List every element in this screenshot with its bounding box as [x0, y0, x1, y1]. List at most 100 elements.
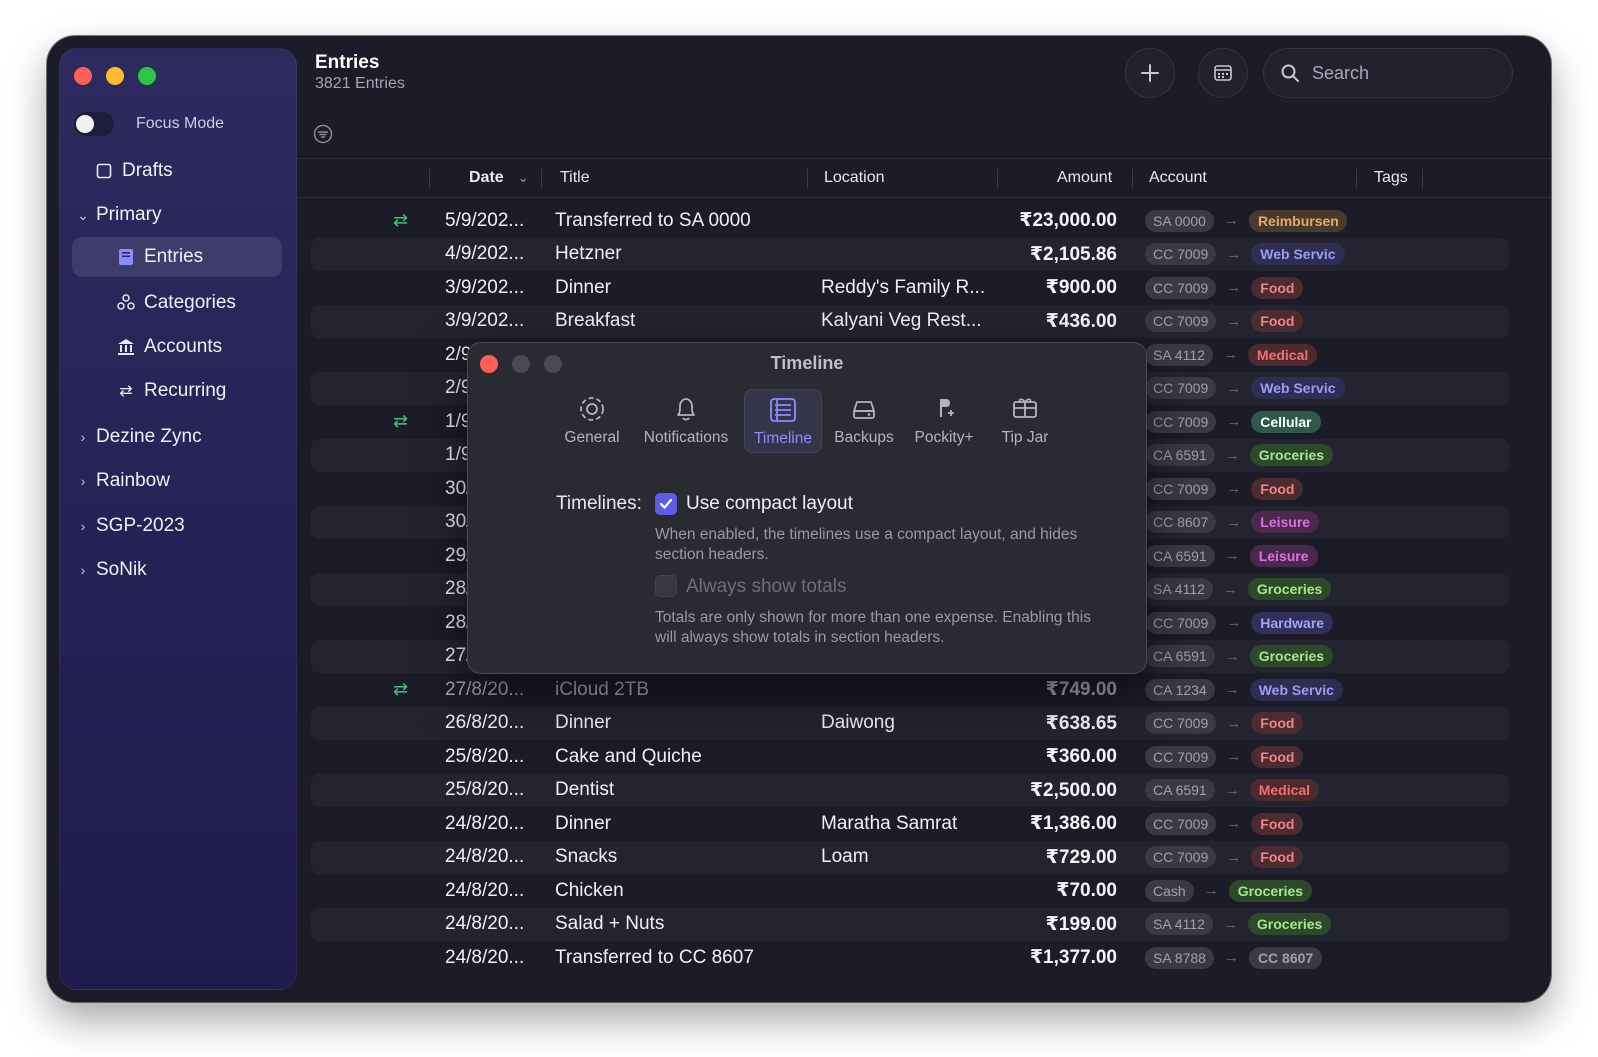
entry-date: 26/8/20...: [445, 712, 525, 734]
arrow-right-icon: →: [1226, 815, 1242, 833]
entry-date: 25/8/20...: [445, 779, 525, 801]
tag-badge: Medical: [1247, 343, 1318, 366]
table-row[interactable]: ⇄ 5/9/202... Transferred to SA 0000 ₹23,000…: [311, 204, 1509, 238]
close-window-button[interactable]: [74, 67, 92, 85]
column-amount[interactable]: Amount: [1057, 159, 1112, 197]
table-row[interactable]: 4/9/202... Hetzner ₹2,105.86 CC 7009 → Web Se…: [311, 237, 1509, 272]
table-row[interactable]: 24/8/20... Transferred to CC 8607 ₹1,377.0…: [311, 941, 1509, 975]
tag-badge: Food: [1251, 276, 1304, 299]
table-row[interactable]: 25/8/20... Cake and Quiche ₹360.00 CC 7009 →…: [311, 740, 1509, 774]
entry-account: CA 6591 → Leisure: [1145, 539, 1505, 573]
entry-amount: ₹70.00: [1056, 880, 1117, 902]
calendar-button[interactable]: [1198, 48, 1248, 98]
sidebar-item-categories[interactable]: Categories: [116, 283, 236, 323]
arrow-right-icon: →: [1226, 480, 1242, 498]
minimize-window-button[interactable]: [106, 67, 124, 85]
tag-badge: Leisure: [1249, 544, 1318, 567]
entry-location: [821, 673, 993, 707]
account-badge: CC 8607: [1145, 511, 1217, 534]
sidebar-group-label: Primary: [96, 204, 162, 225]
tab-backups[interactable]: Backups: [828, 389, 900, 453]
table-row[interactable]: 3/9/202... Breakfast Kalyani Veg Rest... ₹4…: [311, 304, 1509, 338]
filter-icon[interactable]: [313, 124, 333, 144]
column-label: Date: [469, 169, 504, 186]
table-row[interactable]: 24/8/20... Dinner Maratha Samrat ₹1,386.00 C…: [311, 807, 1509, 841]
entry-date: 27/8/20...: [445, 678, 525, 700]
tag-badge: Food: [1251, 712, 1304, 735]
search-field[interactable]: [1263, 48, 1513, 98]
table-row[interactable]: 24/8/20... Chicken ₹70.00 Cash → Groceries: [311, 874, 1509, 908]
entry-account: CC 7009 → Food: [1145, 841, 1505, 875]
table-row[interactable]: 24/8/20... Snacks Loam ₹729.00 CC 7009 → Food: [311, 840, 1509, 875]
entry-date: 24/8/20...: [445, 913, 525, 935]
sidebar-item-drafts[interactable]: Drafts: [94, 151, 173, 191]
entry-location: [821, 238, 993, 272]
drive-icon: [853, 401, 875, 419]
column-label: Account: [1149, 169, 1207, 186]
tab-pockity-plus[interactable]: Pockity+: [906, 389, 982, 453]
column-tags[interactable]: Tags: [1374, 159, 1408, 197]
chevron-right-icon: ›: [80, 473, 86, 489]
tab-tip-jar[interactable]: Tip Jar: [990, 389, 1060, 453]
table-row[interactable]: 24/8/20... Salad + Nuts ₹199.00 SA 4112 → Gro…: [311, 907, 1509, 941]
sidebar-item-label: Recurring: [144, 380, 227, 401]
compact-layout-checkbox[interactable]: [655, 493, 677, 515]
sidebar-item-accounts[interactable]: Accounts: [116, 327, 222, 367]
arrow-right-icon: →: [1222, 580, 1238, 598]
sidebar-item-recurring[interactable]: ⇄ Recurring: [116, 371, 226, 411]
account-badge: CA 6591: [1145, 544, 1215, 567]
repeat-icon: ⇄: [393, 411, 409, 432]
search-input[interactable]: [1312, 62, 1492, 84]
entry-date: 24/8/20...: [445, 846, 525, 868]
entry-date: 25/8/20...: [445, 745, 525, 767]
settings-modal: Timeline General Notifications Timeline …: [467, 342, 1147, 674]
add-entry-button[interactable]: [1125, 48, 1175, 98]
sidebar-group-primary[interactable]: ⌄ Primary: [76, 195, 161, 235]
entry-account: CC 7009 → Food: [1145, 271, 1505, 305]
sidebar-group-label: SGP-2023: [96, 515, 185, 536]
arrow-right-icon: →: [1224, 547, 1240, 565]
account-badge: CC 7009: [1145, 745, 1217, 768]
sidebar-item-label: Entries: [144, 246, 204, 267]
sidebar-group-sonik[interactable]: › SoNik: [76, 550, 147, 590]
focus-mode-toggle[interactable]: [74, 112, 114, 136]
tab-label: Tip Jar: [1001, 429, 1049, 446]
account-badge: Cash: [1145, 879, 1194, 902]
column-account[interactable]: Account: [1149, 159, 1207, 197]
column-location[interactable]: Location: [824, 159, 885, 197]
account-badge: CC 7009: [1145, 846, 1217, 869]
timelines-label: Timelines:: [556, 493, 642, 514]
account-badge: SA 4112: [1145, 913, 1213, 936]
column-date[interactable]: Date ⌄: [469, 159, 529, 197]
tab-label: Notifications: [643, 429, 729, 446]
column-title[interactable]: Title: [560, 159, 590, 197]
entry-location: Loam: [821, 846, 869, 868]
table-row[interactable]: 26/8/20... Dinner Daiwong ₹638.65 CC 7009 → Fo…: [311, 706, 1509, 740]
sidebar-item-entries[interactable]: Entries: [72, 237, 282, 277]
zoom-window-button[interactable]: [138, 67, 156, 85]
entry-location: Maratha Samrat: [821, 812, 958, 834]
compact-layout-help: When enabled, the timelines use a compac…: [655, 526, 1078, 563]
search-icon: [1281, 64, 1299, 82]
sidebar-group-sgp-2023[interactable]: › SGP-2023: [76, 506, 185, 546]
always-show-totals-checkbox[interactable]: [655, 575, 677, 597]
repeat-icon: ⇄: [393, 679, 409, 700]
bell-icon: [677, 398, 695, 421]
always-show-totals-help: Totals are only shown for more than one …: [655, 609, 1091, 646]
tab-general[interactable]: General: [556, 389, 628, 453]
sidebar-group-rainbow[interactable]: › Rainbow: [76, 461, 170, 501]
checkbox-icon: [94, 161, 114, 181]
column-label: Title: [560, 169, 590, 186]
tab-notifications[interactable]: Notifications: [636, 389, 736, 453]
account-badge: CC 7009: [1145, 410, 1217, 433]
table-row[interactable]: 25/8/20... Dentist ₹2,500.00 CA 6591 → Medica…: [311, 773, 1509, 807]
entry-date: 24/8/20...: [445, 946, 525, 968]
entry-title: Transferred to CC 8607: [555, 946, 754, 968]
table-row[interactable]: ⇄ 27/8/20... iCloud 2TB ₹749.00 CA 1234 → Web …: [311, 673, 1509, 707]
table-row[interactable]: 3/9/202... Dinner Reddy's Family R... ₹900.…: [311, 271, 1509, 305]
focus-mode-row: Focus Mode: [74, 111, 224, 137]
compact-layout-label: Use compact layout: [686, 493, 853, 514]
sidebar-group-dezine-zync[interactable]: › Dezine Zync: [76, 417, 202, 457]
arrow-right-icon: →: [1226, 279, 1242, 297]
tab-timeline[interactable]: Timeline: [744, 389, 822, 453]
